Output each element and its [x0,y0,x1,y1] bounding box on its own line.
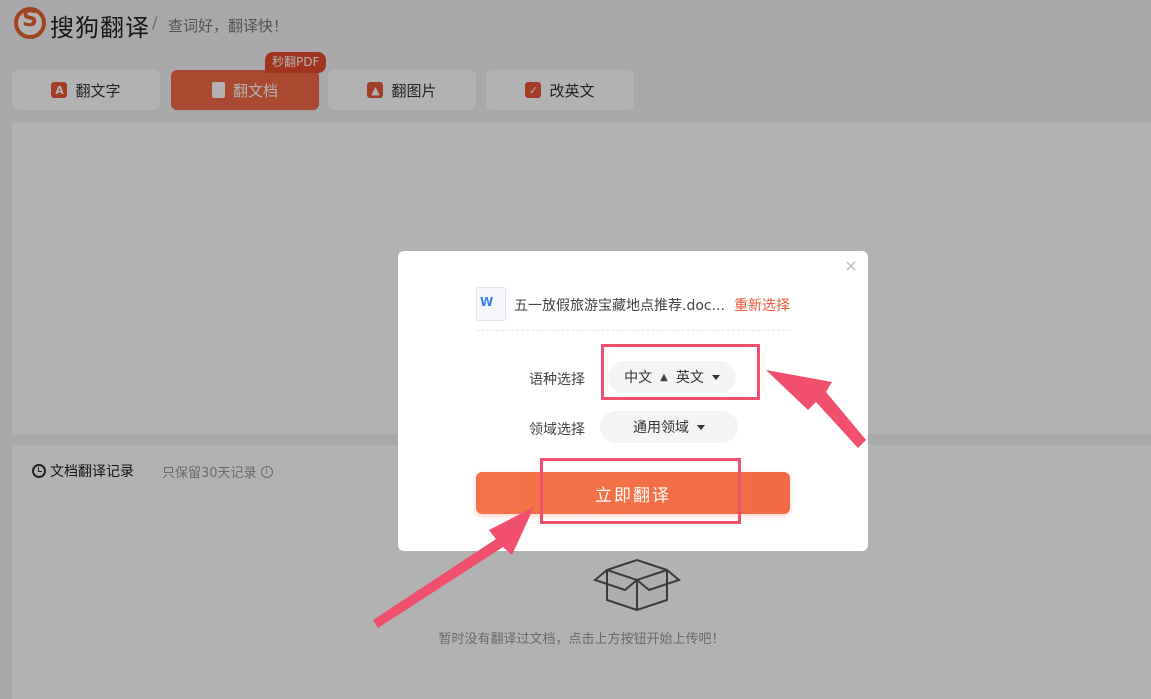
arrow-to-button [373,507,534,628]
annotation-arrows [373,370,866,628]
arrow-to-language [766,370,866,448]
